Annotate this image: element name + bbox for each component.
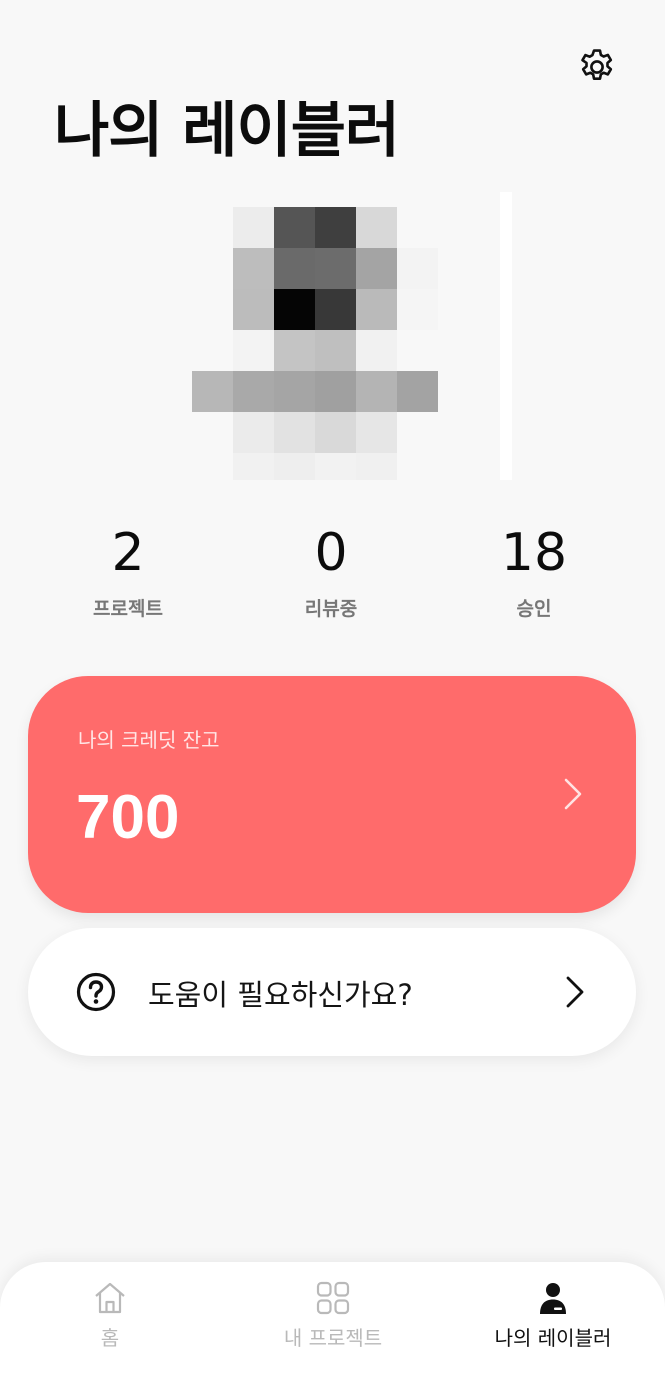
question-circle-icon bbox=[76, 972, 116, 1012]
chevron-right-icon bbox=[564, 778, 582, 810]
stat-label: 리뷰중 bbox=[304, 598, 358, 620]
home-icon bbox=[95, 1282, 125, 1314]
stat-projects[interactable]: 2 프로젝트 bbox=[28, 520, 228, 621]
stats-row: 2 프로젝트 0 리뷰중 18 승인 bbox=[0, 520, 665, 640]
gear-icon bbox=[581, 49, 613, 81]
person-icon bbox=[540, 1283, 566, 1314]
help-card[interactable]: 도움이 필요하신가요? bbox=[28, 928, 636, 1056]
stat-value: 0 bbox=[314, 523, 348, 583]
stat-reviewing[interactable]: 0 리뷰중 bbox=[231, 520, 431, 621]
stat-label: 프로젝트 bbox=[93, 598, 163, 620]
chevron-right-icon bbox=[566, 976, 584, 1008]
stat-value: 2 bbox=[111, 523, 145, 583]
settings-button[interactable] bbox=[574, 44, 620, 90]
credit-value: 700 bbox=[76, 783, 180, 852]
tab-home[interactable]: 홈 bbox=[10, 1262, 210, 1380]
stat-approved[interactable]: 18 승인 bbox=[434, 520, 634, 621]
page-title: 나의 레이블러 bbox=[54, 96, 400, 166]
credit-balance-card[interactable]: 나의 크레딧 잔고 700 bbox=[28, 676, 636, 913]
avatar[interactable] bbox=[180, 192, 512, 480]
my-labeler-screen: 나의 레이블러 2 프로젝트 0 리뷰중 18 승인 나의 크레딧 잔고 700… bbox=[0, 0, 665, 1380]
tab-label: 나의 레이블러 bbox=[494, 1326, 612, 1350]
help-text: 도움이 필요하신가요? bbox=[148, 978, 413, 1012]
tab-label: 홈 bbox=[100, 1326, 120, 1350]
stat-value: 18 bbox=[500, 523, 568, 583]
tab-my-labeler[interactable]: 나의 레이블러 bbox=[453, 1262, 653, 1380]
grid-icon bbox=[316, 1281, 350, 1315]
tab-label: 내 프로젝트 bbox=[283, 1326, 383, 1350]
tab-my-projects[interactable]: 내 프로젝트 bbox=[233, 1262, 433, 1380]
bottom-tab-bar: 홈 내 프로젝트 나의 레이블러 bbox=[0, 1262, 665, 1380]
credit-label: 나의 크레딧 잔고 bbox=[78, 728, 220, 752]
stat-label: 승인 bbox=[516, 598, 552, 620]
